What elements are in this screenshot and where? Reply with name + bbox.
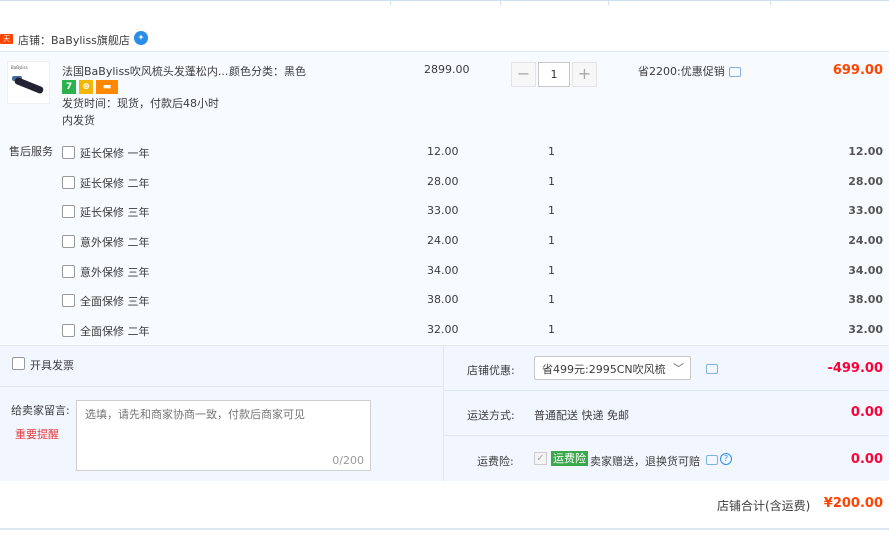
coupon-selected: 省499元:2995CN吹风梳: [542, 363, 666, 376]
shop-total-label: 店铺合计(含运费): [717, 499, 811, 513]
coupon-discount: -499.00: [827, 361, 883, 376]
quantity-stepper: − +: [511, 62, 597, 87]
service-row: 全面保修 二年 32.00 1 32.00: [0, 321, 889, 339]
invoice-label[interactable]: 开具发票: [30, 357, 74, 373]
table-header-line: [0, 0, 889, 5]
service-checkbox[interactable]: [62, 146, 75, 159]
service-checkbox[interactable]: [62, 205, 75, 218]
service-checkbox[interactable]: [62, 265, 75, 278]
promo-message-icon[interactable]: [729, 67, 741, 77]
help-icon[interactable]: ?: [720, 453, 732, 465]
item-subtotal: 699.00: [832, 63, 883, 78]
insurance-fee: 0.00: [850, 452, 883, 467]
service-row: 延长保修 一年 12.00 1 12.00: [0, 143, 889, 161]
coupon-select[interactable]: 省499元:2995CN吹风梳 ﹀: [534, 356, 691, 380]
service-row: 延长保修 二年 28.00 1 28.00: [0, 173, 889, 191]
service-row: 意外保修 三年 34.00 1 34.00: [0, 262, 889, 280]
divider: [0, 386, 443, 387]
service-row: 延长保修 三年 33.00 1 33.00: [0, 202, 889, 220]
important-notice-link[interactable]: 重要提醒: [15, 426, 59, 442]
divider: [443, 390, 889, 391]
invoice-checkbox[interactable]: [12, 357, 25, 370]
shop-name-link[interactable]: 店铺：BaByliss旗舰店: [18, 32, 130, 48]
product-thumbnail[interactable]: BaByliss: [7, 61, 50, 104]
message-label: 给卖家留言:: [11, 404, 70, 417]
service-checkbox[interactable]: [62, 235, 75, 248]
increase-button[interactable]: +: [572, 62, 597, 87]
shop-header: 天猫 店铺：BaByliss旗舰店 ✦: [0, 28, 889, 53]
shipping-time: 发货时间：现货，付款后48小时 内发货: [62, 97, 219, 127]
delivery-label: 运送方式:: [467, 409, 515, 422]
quantity-input[interactable]: [538, 62, 570, 87]
chevron-down-icon: ﹀: [673, 362, 684, 375]
product-title-link[interactable]: 法国BaByliss吹风梳头发蓬松内...: [62, 63, 228, 79]
service-badges: 7 ⊕ ▬: [62, 80, 118, 94]
chat-seller-icon[interactable]: ✦: [134, 31, 148, 45]
insurance-message-icon[interactable]: [706, 455, 718, 465]
order-item-panel: BaByliss 法国BaByliss吹风梳头发蓬松内... 颜色分类：黑色 7…: [0, 51, 889, 344]
divider: [443, 435, 889, 436]
insurance-text: 卖家赠送，退换货可赔: [590, 455, 700, 468]
delivery-fee: 0.00: [850, 405, 883, 420]
shop-total-value: ¥200.00: [823, 496, 883, 511]
seller-message-field: 0/200: [76, 400, 371, 471]
service-checkbox[interactable]: [62, 176, 75, 189]
divider: [443, 345, 444, 481]
insurance-checkbox[interactable]: ✓: [534, 452, 547, 465]
coupon-message-icon[interactable]: [706, 364, 718, 374]
guarantee-icon[interactable]: ⊕: [79, 80, 93, 94]
seven-day-return-icon[interactable]: 7: [62, 80, 76, 94]
decrease-button[interactable]: −: [511, 62, 536, 87]
service-checkbox[interactable]: [62, 294, 75, 307]
delivery-method: 普通配送 快递 免邮: [534, 409, 629, 422]
insurance-label: 运费险:: [477, 455, 514, 468]
insurance-tag: 运费险: [551, 451, 588, 466]
promo-text: 省2200:优惠促销: [638, 65, 725, 78]
char-counter: 0/200: [332, 454, 364, 467]
service-checkbox[interactable]: [62, 324, 75, 337]
thumb-brand-text: BaByliss: [11, 65, 28, 70]
coupon-label: 店铺优惠:: [467, 364, 515, 377]
product-spec: 颜色分类：黑色: [229, 65, 306, 78]
tmall-badge: 天猫: [0, 34, 13, 53]
seller-message-input[interactable]: [77, 401, 370, 470]
service-row: 全面保修 三年 38.00 1 38.00: [0, 291, 889, 309]
service-row: 意外保修 二年 24.00 1 24.00: [0, 232, 889, 250]
credit-card-icon[interactable]: ▬: [96, 80, 118, 94]
divider: [0, 528, 889, 530]
unit-price: 2899.00: [424, 63, 470, 76]
